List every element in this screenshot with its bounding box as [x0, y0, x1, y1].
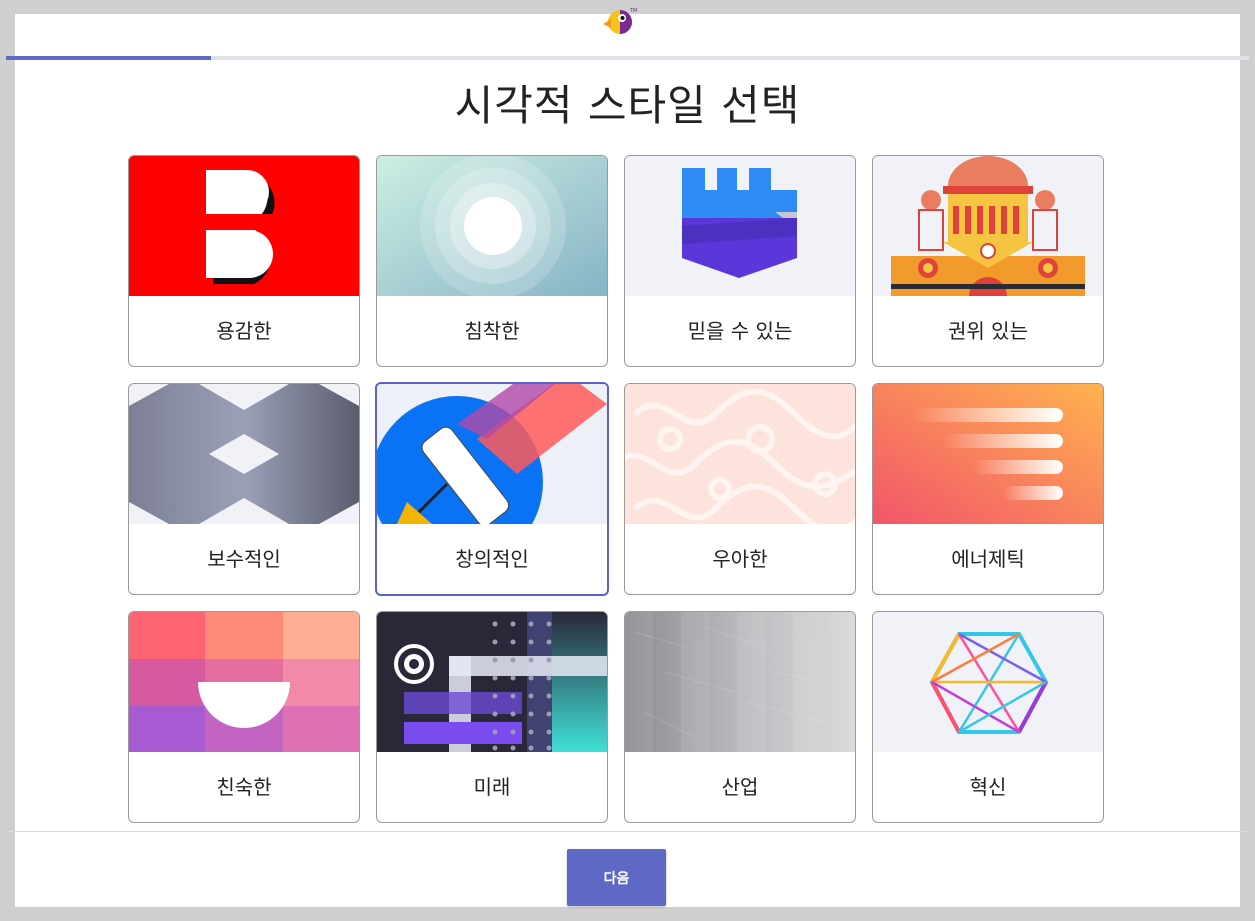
- style-label: 용감한: [216, 319, 272, 343]
- page-title: 시각적 스타일 선택: [454, 81, 801, 130]
- style-card-conservative[interactable]: 보수적인: [128, 383, 360, 595]
- style-card-future[interactable]: 미래: [376, 611, 608, 823]
- paint-roller-icon: [377, 384, 607, 524]
- smile-grid-icon: [129, 612, 359, 752]
- style-card-calm[interactable]: 침착한: [376, 155, 608, 367]
- castle-tower-icon: [625, 156, 855, 296]
- style-card-authoritative[interactable]: 권위 있는: [872, 155, 1104, 367]
- speed-lines-icon: [873, 384, 1103, 524]
- bold-b-icon: [129, 156, 359, 296]
- style-label: 믿을 수 있는: [687, 319, 793, 343]
- style-label: 혁신: [969, 775, 1007, 799]
- style-card-friendly[interactable]: 친숙한: [128, 611, 360, 823]
- style-label: 미래: [473, 775, 511, 799]
- style-card-industrial[interactable]: 산업: [624, 611, 856, 823]
- style-card-creative[interactable]: 창의적인: [375, 382, 609, 596]
- hexagon-network-icon: [873, 612, 1103, 752]
- floral-pattern-icon: [625, 384, 855, 524]
- palace-building-icon: [873, 156, 1103, 296]
- style-label: 친숙한: [216, 775, 272, 799]
- progress-fill: [6, 56, 212, 60]
- style-label: 우아한: [712, 547, 768, 571]
- calm-circles-icon: [377, 156, 607, 296]
- next-button[interactable]: 다음: [567, 849, 666, 906]
- style-label: 창의적인: [455, 547, 529, 571]
- style-label: 산업: [721, 775, 759, 799]
- style-label: 권위 있는: [948, 319, 1028, 343]
- style-card-bold[interactable]: 용감한: [128, 155, 360, 367]
- style-grid: 용감한 침착한 믿을 수 있는 권위 있는 보수적인 창의적인 우아한 에너제틱…: [128, 155, 1106, 823]
- brushed-metal-icon: [625, 612, 855, 752]
- style-label: 에너제틱: [951, 547, 1025, 571]
- footer-divider: [6, 831, 1249, 832]
- style-card-innovation[interactable]: 혁신: [872, 611, 1104, 823]
- isometric-blocks-icon: [129, 384, 359, 524]
- style-label: 침착한: [464, 319, 520, 343]
- parrot-logo-icon: TM: [603, 8, 637, 34]
- futuristic-dots-icon: [377, 612, 607, 752]
- svg-text:TM: TM: [629, 8, 637, 14]
- progress-bar: [6, 56, 1249, 60]
- style-card-trustworthy[interactable]: 믿을 수 있는: [624, 155, 856, 367]
- style-card-elegant[interactable]: 우아한: [624, 383, 856, 595]
- style-label: 보수적인: [207, 547, 281, 571]
- style-card-energetic[interactable]: 에너제틱: [872, 383, 1104, 595]
